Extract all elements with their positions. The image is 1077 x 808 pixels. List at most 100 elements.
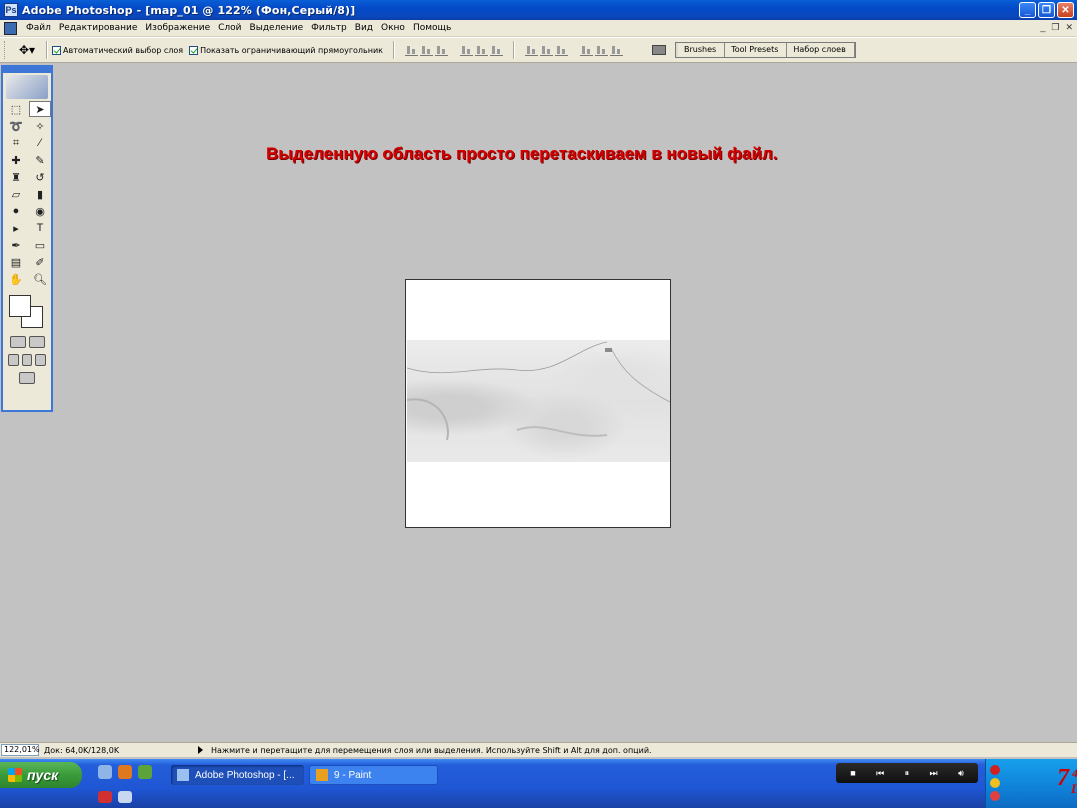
close-button[interactable]: ✕ <box>1057 2 1074 18</box>
menu-image[interactable]: Изображение <box>141 23 214 33</box>
title-bar: Ps Adobe Photoshop - [map_01 @ 122% (Фон… <box>0 0 1077 20</box>
zoom-level-field[interactable]: 122,01% <box>1 744 40 756</box>
blur-tool-icon[interactable]: ● <box>5 203 27 219</box>
tab-layer-comps[interactable]: Набор слоев <box>787 43 855 57</box>
dodge-tool-icon[interactable]: ◉ <box>29 203 51 219</box>
task-photoshop[interactable]: Adobe Photoshop - [... <box>171 765 304 785</box>
media-prev-icon[interactable]: ⏮ <box>876 768 884 779</box>
photoshop-app-icon[interactable]: Ps <box>4 3 18 17</box>
distribute-left-icon[interactable] <box>580 44 594 56</box>
toolbox-header[interactable] <box>3 67 51 73</box>
firefox-icon[interactable] <box>118 765 132 779</box>
media-pause-icon[interactable]: ⏸ <box>905 768 910 779</box>
pen-tool-icon[interactable]: ✒ <box>5 237 27 253</box>
align-top-icon[interactable] <box>405 44 419 56</box>
divider <box>393 41 396 59</box>
opera-icon[interactable] <box>98 791 112 803</box>
show-desktop-icon[interactable] <box>98 765 112 779</box>
clone-stamp-tool-icon[interactable]: ♜ <box>5 169 27 185</box>
document-size-info[interactable]: Док: 64,0K/128,0K <box>44 746 194 755</box>
desktop-icon[interactable] <box>118 791 132 803</box>
photoshop-feather-icon[interactable] <box>6 75 48 99</box>
keyboard-layout-icon[interactable] <box>990 765 1000 775</box>
tab-tool-presets[interactable]: Tool Presets <box>725 43 788 57</box>
options-bar-grip[interactable] <box>4 41 7 59</box>
doc-close-button[interactable]: ✕ <box>1065 22 1073 33</box>
media-stop-icon[interactable]: ■ <box>850 768 855 778</box>
tray-app-icon[interactable] <box>990 778 1000 788</box>
brush-tool-icon[interactable]: ✎ <box>29 152 51 168</box>
type-tool-icon[interactable]: T <box>29 220 51 236</box>
file-browser-icon[interactable] <box>649 41 669 59</box>
distribute-hcenter-icon[interactable] <box>595 44 609 56</box>
align-hcenter-icon[interactable] <box>475 44 489 56</box>
notes-tool-icon[interactable]: ▤ <box>5 254 27 270</box>
align-bottom-icon[interactable] <box>435 44 449 56</box>
magic-wand-tool-icon[interactable]: ✧ <box>29 118 51 134</box>
auto-select-layer-checkbox[interactable]: Автоматический выбор слоя <box>52 45 183 55</box>
tab-brushes[interactable]: Brushes <box>678 43 726 57</box>
restore-button[interactable]: ❐ <box>1038 2 1055 18</box>
menu-window[interactable]: Окно <box>377 23 409 33</box>
media-next-icon[interactable]: ⏭ <box>930 768 938 779</box>
align-buttons-2 <box>460 44 504 56</box>
doc-minimize-button[interactable]: _ <box>1040 22 1045 33</box>
map-image-layer[interactable] <box>407 340 670 462</box>
distribute-vcenter-icon[interactable] <box>540 44 554 56</box>
start-button[interactable]: пуск <box>0 762 82 788</box>
shape-tool-icon[interactable]: ▭ <box>29 237 51 253</box>
full-screen-mode-icon[interactable] <box>35 354 47 366</box>
messenger-icon[interactable] <box>138 765 152 779</box>
distribute-right-icon[interactable] <box>610 44 624 56</box>
menu-layer[interactable]: Слой <box>214 23 245 33</box>
jump-to-imageready-icon[interactable] <box>19 372 35 384</box>
quick-mask-mode-icon[interactable] <box>28 336 45 348</box>
menu-file[interactable]: Файл <box>22 23 55 33</box>
menu-select[interactable]: Выделение <box>246 23 308 33</box>
standard-screen-mode-icon[interactable] <box>8 354 19 366</box>
task-photoshop-label: Adobe Photoshop - [... <box>195 769 295 781</box>
media-volume-icon[interactable]: 🔊︎ <box>958 768 964 779</box>
zoom-tool-icon[interactable]: 🔍︎ <box>29 271 51 287</box>
tray-app-icon-2[interactable] <box>990 791 1000 801</box>
color-swatches <box>6 293 48 333</box>
standard-mode-icon[interactable] <box>9 336 26 348</box>
eraser-tool-icon[interactable]: ▱ <box>5 186 27 202</box>
path-selection-tool-icon[interactable]: ▸ <box>5 220 27 236</box>
distribute-top-icon[interactable] <box>525 44 539 56</box>
foreground-color-swatch[interactable] <box>9 295 31 317</box>
move-tool-icon[interactable]: ➤ <box>29 101 51 117</box>
history-brush-tool-icon[interactable]: ↺ <box>29 169 51 185</box>
document-canvas[interactable] <box>405 279 671 528</box>
options-bar: ✥▾ Автоматический выбор слоя Показать ог… <box>0 37 1077 63</box>
crop-tool-icon[interactable]: ⌗ <box>5 135 27 151</box>
marquee-tool-icon[interactable]: ⬚ <box>5 101 27 117</box>
clock[interactable]: 7 46 Пт <box>1057 765 1077 796</box>
menu-filter[interactable]: Фильтр <box>307 23 351 33</box>
document-icon[interactable] <box>4 21 17 35</box>
distribute-bottom-icon[interactable] <box>555 44 569 56</box>
show-bounding-box-checkbox[interactable]: Показать ограничивающий прямоугольник <box>189 45 383 55</box>
task-paint[interactable]: 9 - Paint <box>309 765 438 785</box>
windows-logo-icon <box>8 768 22 782</box>
gradient-tool-icon[interactable]: ▮ <box>29 186 51 202</box>
align-right-icon[interactable] <box>490 44 504 56</box>
hand-tool-icon[interactable]: ✋ <box>5 271 27 287</box>
slice-tool-icon[interactable]: ⁄ <box>29 135 51 151</box>
minimize-button[interactable]: _ <box>1019 2 1036 18</box>
menu-help[interactable]: Помощь <box>409 23 455 33</box>
photoshop-task-icon <box>177 769 189 781</box>
divider <box>46 41 48 59</box>
status-menu-arrow-icon[interactable] <box>198 746 203 754</box>
align-left-icon[interactable] <box>460 44 474 56</box>
menu-view[interactable]: Вид <box>351 23 377 33</box>
doc-restore-button[interactable]: ❐ <box>1051 22 1059 33</box>
document-window-controls: _ ❐ ✕ <box>1040 22 1073 33</box>
menu-edit[interactable]: Редактирование <box>55 23 142 33</box>
healing-brush-tool-icon[interactable]: ✚ <box>5 152 27 168</box>
move-tool-preset-icon[interactable]: ✥▾ <box>12 41 42 59</box>
eyedropper-tool-icon[interactable]: ✐ <box>29 254 51 270</box>
align-vcenter-icon[interactable] <box>420 44 434 56</box>
lasso-tool-icon[interactable]: ➰ <box>5 118 27 134</box>
full-screen-menu-mode-icon[interactable] <box>21 354 33 366</box>
